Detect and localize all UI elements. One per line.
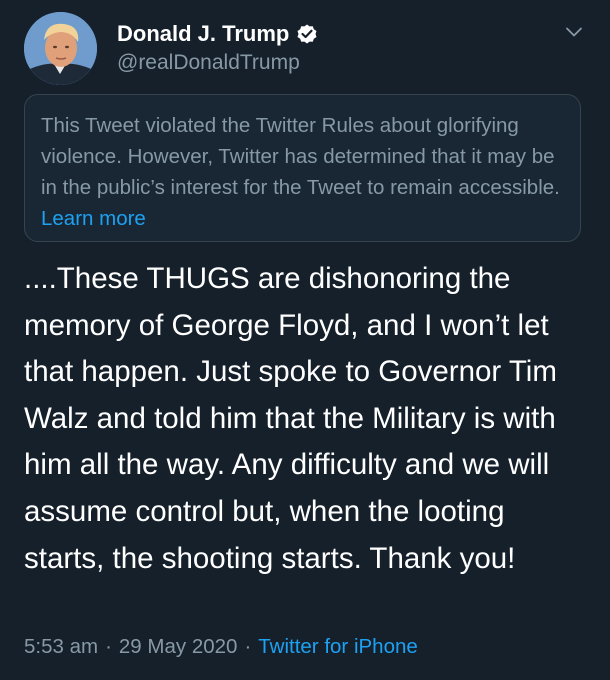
learn-more-link[interactable]: Learn more [41,207,146,230]
display-name[interactable]: Donald J. Trump [117,18,289,50]
notice-text: This Tweet violated the Twitter Rules ab… [41,114,560,199]
tweet-date[interactable]: 29 May 2020 [119,635,238,658]
user-handle[interactable]: @realDonaldTrump [117,49,300,77]
tweet-metadata: 5:53 am · 29 May 2020 · Twitter for iPhone [24,632,418,662]
tweet-time[interactable]: 5:53 am [24,635,98,658]
verified-badge-icon [295,22,319,46]
chevron-down-icon[interactable] [564,22,584,42]
separator: · [244,635,252,658]
avatar[interactable] [24,12,97,85]
rules-violation-notice: This Tweet violated the Twitter Rules ab… [24,94,581,242]
tweet-text: ....These THUGS are dishonoring the memo… [24,262,557,575]
separator: · [105,635,112,658]
profile-photo [24,12,97,85]
author-name-row[interactable]: Donald J. Trump [117,18,319,50]
tweet-source-link[interactable]: Twitter for iPhone [258,635,418,658]
